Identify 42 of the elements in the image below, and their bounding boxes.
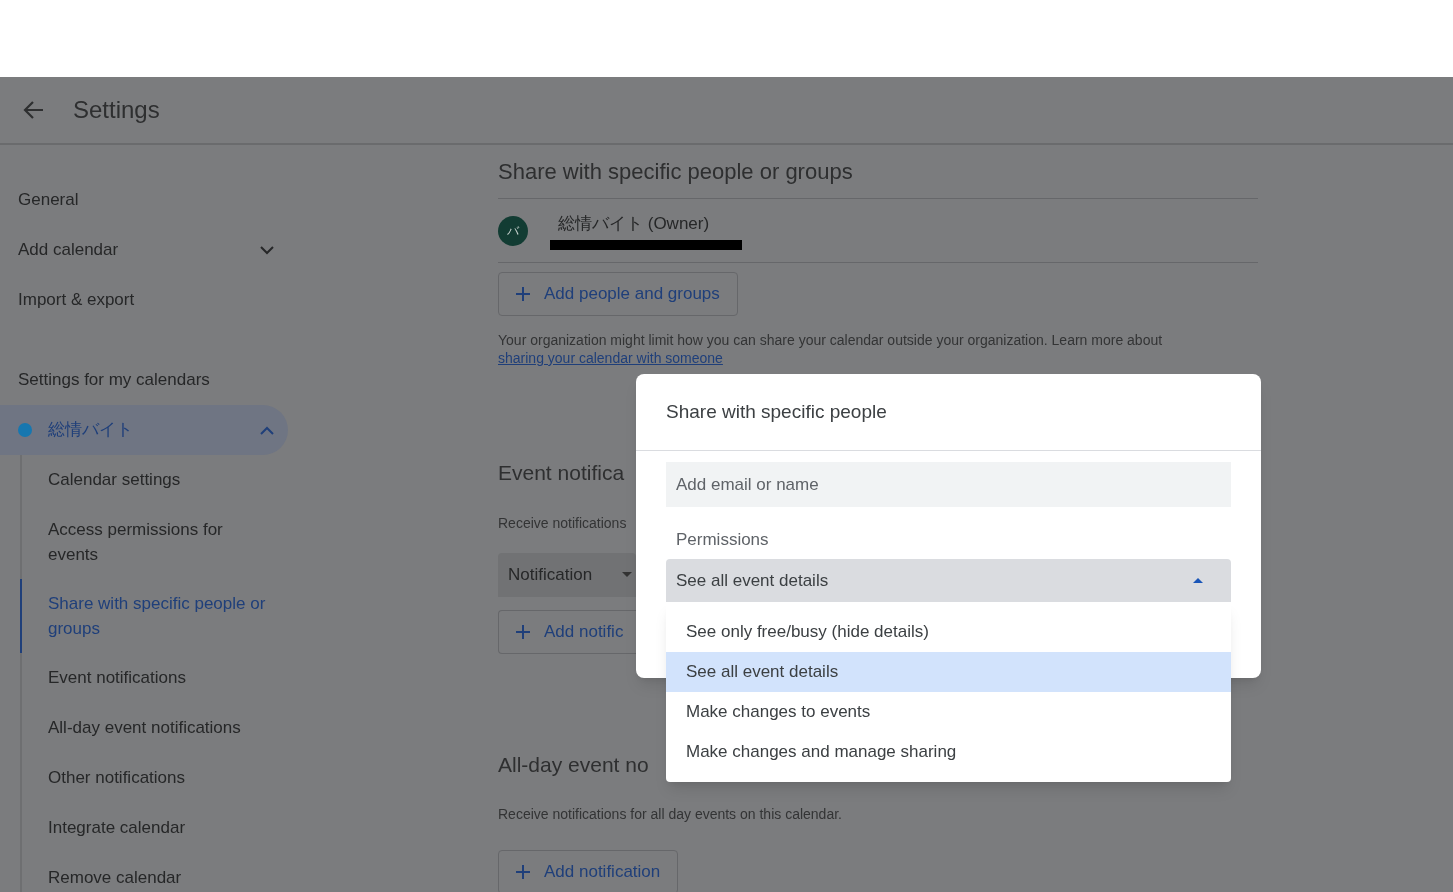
sidebar-subitem[interactable]: All-day event notifications bbox=[48, 715, 268, 740]
page-title: Settings bbox=[73, 95, 160, 125]
plus-icon bbox=[516, 287, 530, 301]
section-title: Share with specific people or groups bbox=[498, 158, 853, 186]
calendar-item[interactable]: 総情バイト bbox=[0, 405, 288, 455]
sidebar-item[interactable]: General bbox=[18, 187, 276, 213]
email-field[interactable]: Add email or name bbox=[666, 462, 1231, 507]
plus-icon bbox=[516, 624, 530, 639]
back-arrow-icon[interactable] bbox=[22, 100, 44, 120]
menu-option[interactable]: Make changes and manage sharing bbox=[666, 732, 1231, 772]
menu-option[interactable]: See all event details bbox=[666, 652, 1231, 692]
menu-option[interactable]: Make changes to events bbox=[666, 692, 1231, 732]
notification-select[interactable]: Notification bbox=[498, 552, 636, 597]
sidebar-subitem[interactable]: Share with specific people or groups bbox=[48, 591, 268, 641]
chevron-icon bbox=[260, 425, 274, 435]
sidebar-item[interactable]: Add calendar bbox=[18, 237, 260, 263]
sidebar-subitem[interactable]: Calendar settings bbox=[48, 467, 268, 492]
avatar: バ bbox=[498, 215, 528, 246]
sidebar-subitem[interactable]: Remove calendar bbox=[48, 865, 268, 890]
section-heading: Settings for my calendars bbox=[18, 369, 210, 392]
org-note: Your organization might limit how you can share your calendar outside your organization. Learn more about sharing your calendar with someone bbox=[498, 331, 1164, 367]
sidebar-subitem[interactable]: Other notifications bbox=[48, 765, 268, 790]
dropdown-arrow-icon bbox=[1193, 578, 1203, 583]
sidebar-item[interactable]: Import & export bbox=[18, 287, 276, 313]
add-people-button[interactable]: Add people and groups bbox=[498, 272, 738, 316]
chevron-icon bbox=[260, 245, 274, 255]
sidebar-subitem[interactable]: Event notifications bbox=[48, 665, 268, 690]
section-description: Receive notifications for all day events on this calendar. bbox=[498, 805, 842, 824]
menu-option[interactable]: See only free/busy (hide details) bbox=[666, 612, 1231, 652]
help-link[interactable]: sharing your calendar with someone bbox=[498, 349, 723, 367]
section-title: All-day event no bbox=[498, 751, 649, 778]
sidebar-subitem[interactable]: Integrate calendar bbox=[48, 815, 268, 840]
section-title: Event notifica bbox=[498, 460, 625, 486]
person-name: 総情バイト (Owner) bbox=[558, 212, 711, 235]
add-notification-button[interactable]: Add notification bbox=[498, 850, 679, 892]
section-description: Receive notifications bbox=[498, 513, 627, 533]
dropdown-arrow-icon bbox=[622, 572, 632, 577]
sidebar-subitem[interactable]: Access permissions for events bbox=[48, 517, 268, 567]
dialog-title: Share with specific people bbox=[666, 399, 887, 424]
plus-icon bbox=[516, 865, 530, 879]
field-label: Permissions bbox=[676, 529, 769, 551]
permissions-select[interactable]: See all event details bbox=[666, 558, 1231, 603]
